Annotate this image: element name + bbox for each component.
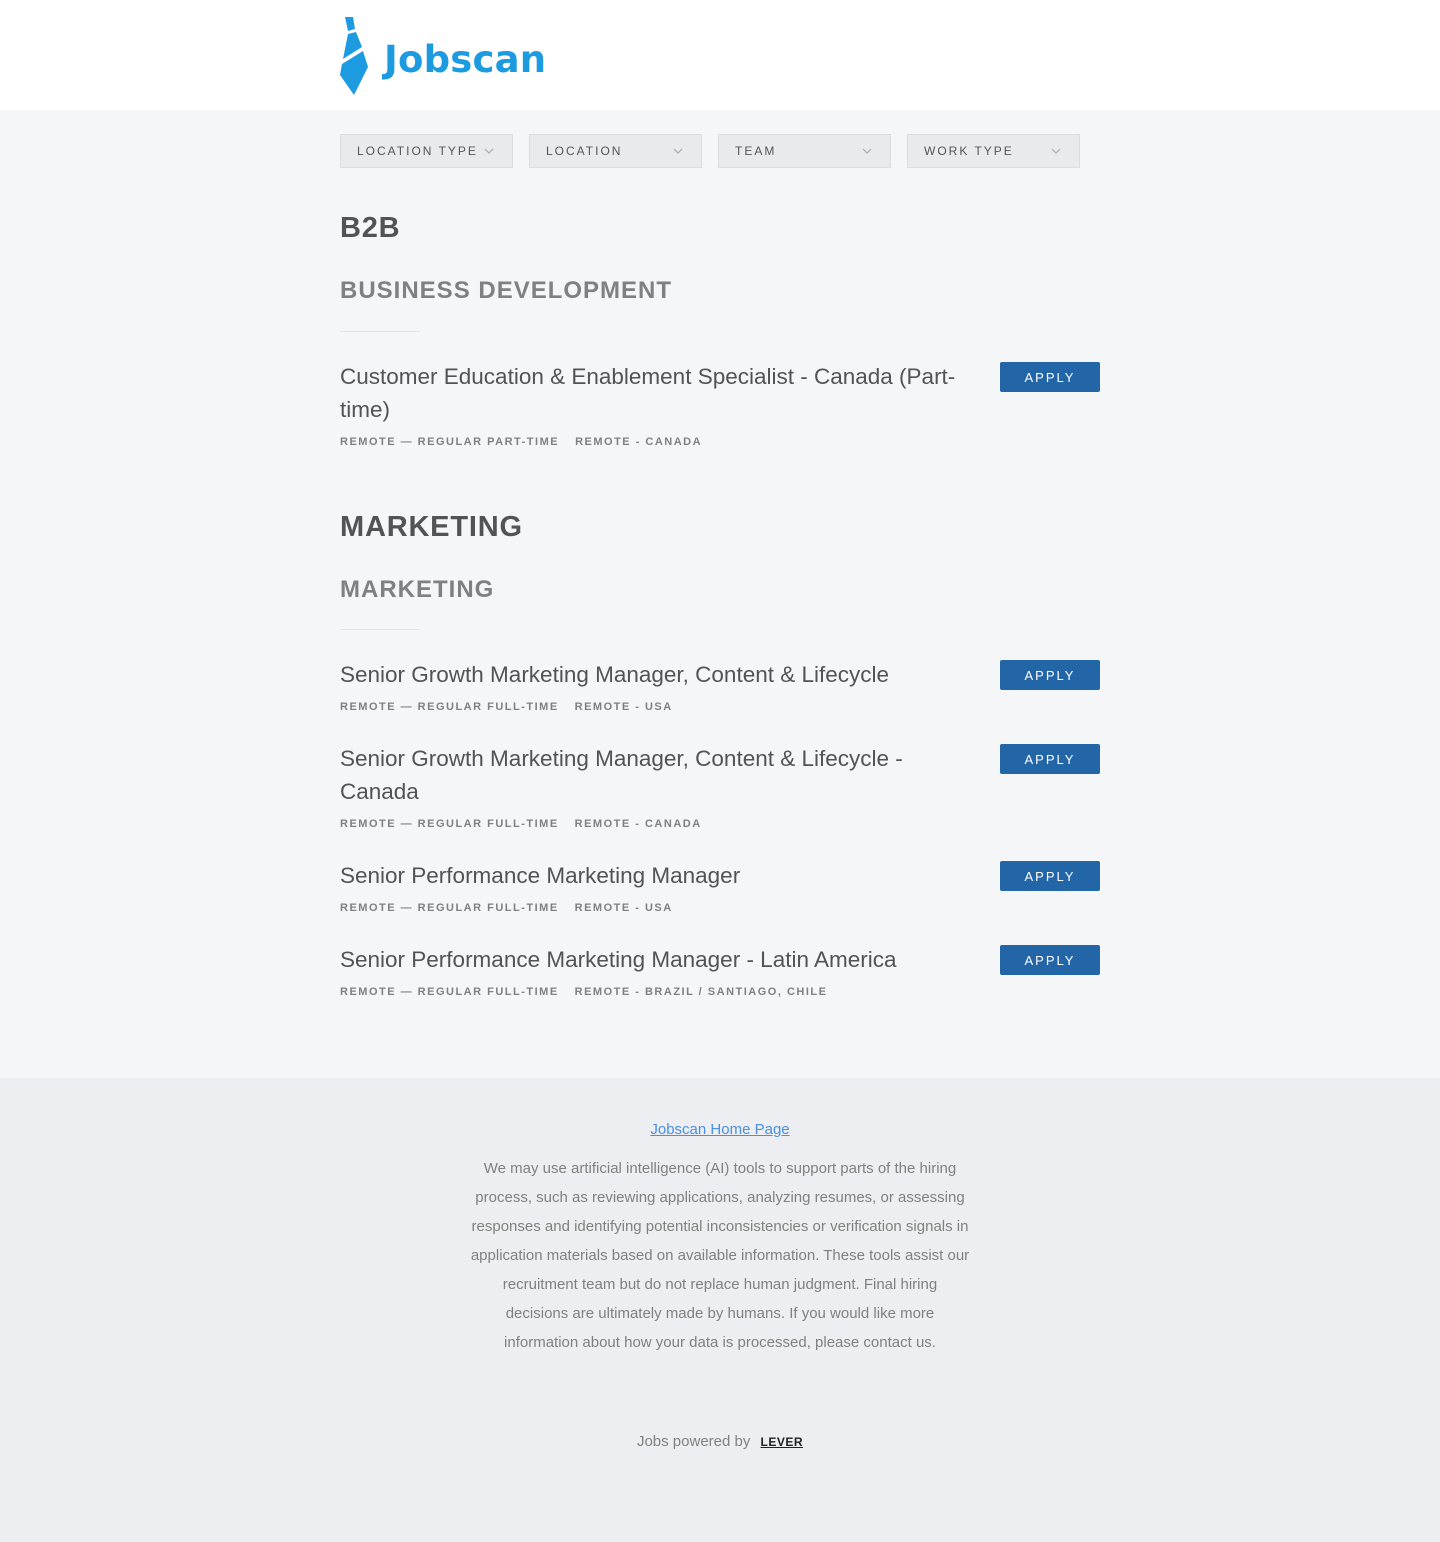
posting-location: REMOTE - CANADA xyxy=(574,818,702,830)
posting-meta: REMOTE — REGULAR FULL-TIME REMOTE - BRAZ… xyxy=(340,986,1100,998)
jobscan-logo-link[interactable]: Jobscan xyxy=(340,17,546,100)
posting-row: Senior Performance Marketing Manager - L… xyxy=(340,943,1100,998)
posting-row: Customer Education & Enablement Speciali… xyxy=(340,360,1100,448)
filter-team[interactable]: TEAM xyxy=(718,134,891,168)
team-title: BUSINESS DEVELOPMENT xyxy=(340,277,673,304)
filter-label: WORK TYPE xyxy=(924,144,1014,158)
filter-location[interactable]: LOCATION xyxy=(529,134,702,168)
filter-location-type[interactable]: LOCATION TYPE xyxy=(340,134,513,168)
team-divider xyxy=(340,629,420,630)
page-footer: Jobscan Home Page We may use artificial … xyxy=(0,1078,1440,1542)
apply-button[interactable]: APPLY xyxy=(1000,660,1100,690)
apply-button[interactable]: APPLY xyxy=(1000,945,1100,975)
filter-label: TEAM xyxy=(735,144,777,158)
team-title: MARKETING xyxy=(340,576,495,603)
chevron-down-icon xyxy=(673,148,683,154)
page-header: Jobscan xyxy=(0,0,1440,110)
posting-title-link[interactable]: Senior Growth Marketing Manager, Content… xyxy=(340,742,985,808)
posting-row: Senior Growth Marketing Manager, Content… xyxy=(340,658,1100,713)
chevron-down-icon xyxy=(862,148,872,154)
posting-location: REMOTE - BRAZIL / SANTIAGO, CHILE xyxy=(574,986,828,998)
posting-commitment: REMOTE — REGULAR FULL-TIME xyxy=(340,701,559,713)
posting-meta: REMOTE — REGULAR FULL-TIME REMOTE - USA xyxy=(340,902,1100,914)
powered-by-text: Jobs powered by xyxy=(636,1433,751,1450)
posting-row: Senior Performance Marketing Manager REM… xyxy=(340,859,1100,914)
tie-logo-icon xyxy=(340,17,370,100)
chevron-down-icon xyxy=(1051,148,1061,154)
posting-title-link[interactable]: Customer Education & Enablement Speciali… xyxy=(340,360,985,426)
posting-row: Senior Growth Marketing Manager, Content… xyxy=(340,742,1100,830)
posting-commitment: REMOTE — REGULAR FULL-TIME xyxy=(340,986,559,998)
ai-notice-text: We may use artificial intelligence (AI) … xyxy=(470,1160,970,1351)
posting-location: REMOTE - USA xyxy=(574,701,673,713)
apply-button[interactable]: APPLY xyxy=(1000,362,1100,392)
posting-title-link[interactable]: Senior Growth Marketing Manager, Content… xyxy=(340,658,985,691)
posting-commitment: REMOTE — REGULAR FULL-TIME xyxy=(340,902,559,914)
filter-label: LOCATION xyxy=(546,144,623,158)
apply-button[interactable]: APPLY xyxy=(1000,861,1100,891)
job-listings-area: LOCATION TYPE LOCATION TEAM WORK TYPE B2… xyxy=(0,110,1440,1078)
home-page-link[interactable]: Jobscan Home Page xyxy=(650,1121,789,1138)
posting-commitment: REMOTE — REGULAR FULL-TIME xyxy=(340,818,559,830)
posting-commitment: REMOTE — REGULAR PART-TIME xyxy=(340,436,560,448)
filter-label: LOCATION TYPE xyxy=(357,144,478,158)
posting-location: REMOTE - USA xyxy=(574,902,673,914)
posting-title-link[interactable]: Senior Performance Marketing Manager - L… xyxy=(340,943,985,976)
department-title: MARKETING xyxy=(340,511,523,543)
apply-button[interactable]: APPLY xyxy=(1000,744,1100,774)
filter-bar: LOCATION TYPE LOCATION TEAM WORK TYPE xyxy=(340,134,1096,168)
footer-link-wrap: Jobscan Home Page xyxy=(0,1121,1440,1138)
logo-wordmark: Jobscan xyxy=(384,38,547,81)
powered-by: Jobs powered by LEVER xyxy=(0,1433,1440,1450)
posting-meta: REMOTE — REGULAR FULL-TIME REMOTE - USA xyxy=(340,701,1100,713)
lever-logo-link[interactable]: LEVER xyxy=(761,1435,804,1449)
posting-meta: REMOTE — REGULAR FULL-TIME REMOTE - CANA… xyxy=(340,818,1100,830)
filter-work-type[interactable]: WORK TYPE xyxy=(907,134,1080,168)
department-title: B2B xyxy=(340,212,401,244)
chevron-down-icon xyxy=(484,148,494,154)
posting-title-link[interactable]: Senior Performance Marketing Manager xyxy=(340,859,985,892)
team-divider xyxy=(340,331,420,332)
posting-location: REMOTE - CANADA xyxy=(575,436,703,448)
posting-meta: REMOTE — REGULAR PART-TIME REMOTE - CANA… xyxy=(340,436,1100,448)
